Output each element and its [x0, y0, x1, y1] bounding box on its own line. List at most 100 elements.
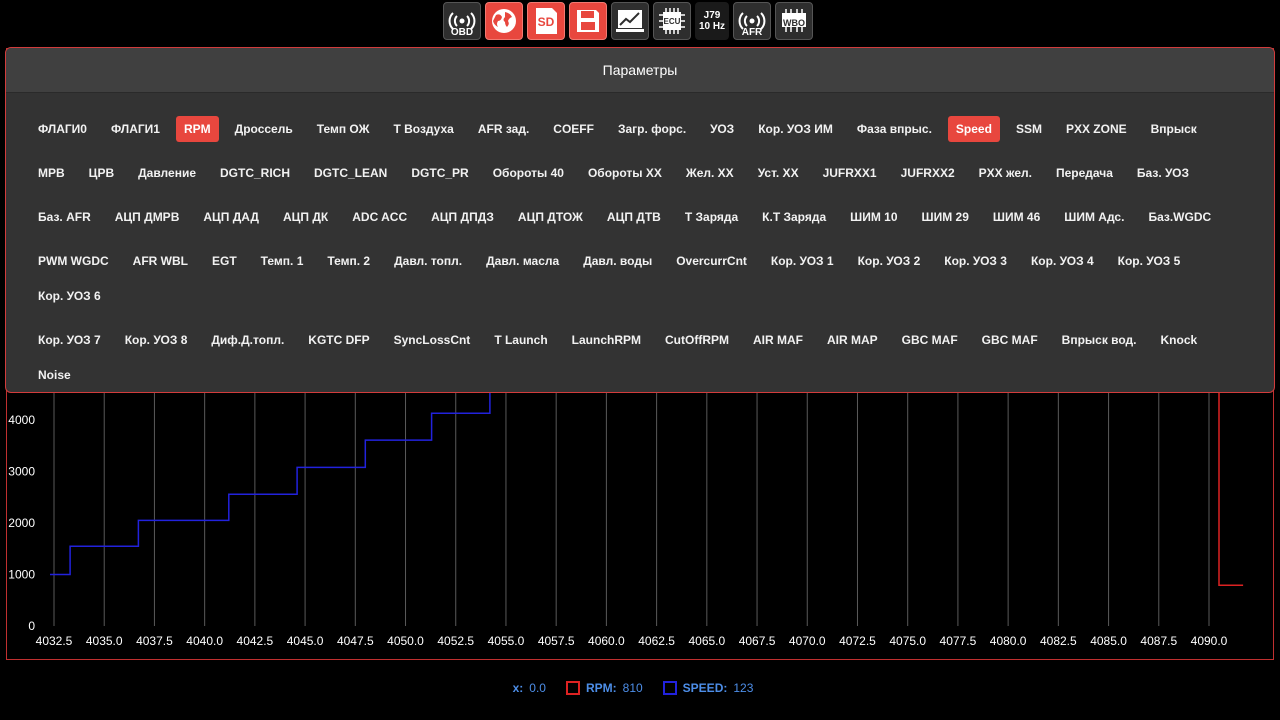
- param-item[interactable]: Диф.Д.топл.: [203, 327, 292, 353]
- param-item[interactable]: LaunchRPM: [564, 327, 649, 353]
- param-item[interactable]: DGTC_PR: [403, 160, 476, 186]
- param-item[interactable]: Передача: [1048, 160, 1121, 186]
- param-item[interactable]: AFR зад.: [470, 116, 537, 142]
- param-item[interactable]: Давление: [130, 160, 204, 186]
- param-item[interactable]: Т Заряда: [677, 204, 746, 230]
- params-header: Параметры: [6, 48, 1274, 93]
- param-item[interactable]: Давл. воды: [575, 248, 660, 274]
- legend-speed-swatch[interactable]: [662, 681, 677, 695]
- param-item[interactable]: АЦП ДК: [275, 204, 336, 230]
- x-tick-label: 4047.5: [337, 634, 374, 648]
- param-item[interactable]: Темп. 2: [319, 248, 378, 274]
- x-tick-label: 4045.0: [287, 634, 324, 648]
- param-item[interactable]: ADC ACC: [344, 204, 415, 230]
- rpm-series-line: [1218, 368, 1244, 587]
- param-item[interactable]: COEFF: [545, 116, 602, 142]
- param-item[interactable]: АЦП ДТВ: [599, 204, 669, 230]
- y-tick-label: 4000: [8, 413, 35, 427]
- x-tick-label: 4035.0: [86, 634, 123, 648]
- param-item[interactable]: DGTC_LEAN: [306, 160, 395, 186]
- param-item[interactable]: JUFRXX1: [815, 160, 885, 186]
- param-item[interactable]: Баз.WGDC: [1140, 204, 1219, 230]
- param-item[interactable]: Кор. УОЗ 3: [936, 248, 1015, 274]
- param-item[interactable]: T Launch: [486, 327, 555, 353]
- x-tick-label: 4087.5: [1140, 634, 1177, 648]
- param-item[interactable]: ШИМ Адс.: [1056, 204, 1132, 230]
- x-tick-label: 4065.0: [688, 634, 725, 648]
- param-item[interactable]: RPM: [175, 116, 219, 142]
- param-item[interactable]: PXX ZONE: [1058, 116, 1135, 142]
- param-item[interactable]: EGT: [204, 248, 245, 274]
- param-item[interactable]: Загр. форс.: [610, 116, 694, 142]
- param-item[interactable]: АЦП ДТОЖ: [510, 204, 591, 230]
- param-item[interactable]: Давл. масла: [478, 248, 567, 274]
- param-item[interactable]: Темп ОЖ: [309, 116, 378, 142]
- param-item[interactable]: УОЗ: [702, 116, 742, 142]
- param-item[interactable]: Жел. XX: [678, 160, 742, 186]
- param-item[interactable]: Кор. УОЗ 1: [763, 248, 842, 274]
- legend: x: 0.0 RPM: 810 SPEED: 123: [0, 681, 1280, 695]
- param-item[interactable]: Кор. УОЗ 4: [1023, 248, 1102, 274]
- y-tick-label: 1000: [8, 568, 35, 582]
- param-item[interactable]: AIR MAP: [819, 327, 886, 353]
- param-item[interactable]: CutOffRPM: [657, 327, 737, 353]
- param-item[interactable]: AFR WBL: [125, 248, 196, 274]
- param-item[interactable]: Впрыск: [1143, 116, 1205, 142]
- param-item[interactable]: АЦП ДПДЗ: [423, 204, 502, 230]
- param-item[interactable]: PXX жел.: [971, 160, 1040, 186]
- y-tick-label: 3000: [8, 465, 35, 479]
- param-item[interactable]: Кор. УОЗ 7: [30, 327, 109, 353]
- param-item[interactable]: Обороты 40: [485, 160, 572, 186]
- param-item[interactable]: AIR MAF: [745, 327, 811, 353]
- speed-series-line: [50, 391, 491, 576]
- param-item[interactable]: Т Воздуха: [385, 116, 461, 142]
- x-tick-label: 4075.0: [889, 634, 926, 648]
- param-item[interactable]: Давл. топл.: [386, 248, 470, 274]
- param-item[interactable]: KGTC DFP: [300, 327, 377, 353]
- x-tick-label: 4067.5: [739, 634, 776, 648]
- param-item[interactable]: GBC MAF: [974, 327, 1046, 353]
- param-item[interactable]: ФЛАГИ0: [30, 116, 95, 142]
- x-tick-label: 4037.5: [136, 634, 173, 648]
- param-item[interactable]: Баз. AFR: [30, 204, 99, 230]
- param-item[interactable]: GBC MAF: [894, 327, 966, 353]
- x-tick-label: 4080.0: [990, 634, 1027, 648]
- param-item[interactable]: АЦП ДМРВ: [107, 204, 188, 230]
- param-item[interactable]: OvercurrCnt: [668, 248, 755, 274]
- param-item[interactable]: Кор. УОЗ 8: [117, 327, 196, 353]
- param-item[interactable]: ШИМ 46: [985, 204, 1048, 230]
- param-item[interactable]: МРВ: [30, 160, 73, 186]
- param-item[interactable]: Кор. УОЗ 6: [30, 283, 109, 309]
- params-list: ФЛАГИ0 ФЛАГИ1 RPM Дроссель Темп ОЖ Т Воздуха A…: [30, 116, 1264, 392]
- param-item[interactable]: Темп. 1: [253, 248, 312, 274]
- param-item[interactable]: SSM: [1008, 116, 1050, 142]
- param-item[interactable]: Кор. УОЗ 5: [1110, 248, 1189, 274]
- param-item[interactable]: Кор. УОЗ 2: [850, 248, 929, 274]
- x-tick-label: 4072.5: [839, 634, 876, 648]
- param-item[interactable]: SyncLossCnt: [386, 327, 479, 353]
- param-item[interactable]: ЦРВ: [81, 160, 122, 186]
- param-item[interactable]: Noise: [30, 362, 79, 388]
- param-item[interactable]: Фаза впрыс.: [849, 116, 940, 142]
- param-item[interactable]: ШИМ 10: [842, 204, 905, 230]
- param-item[interactable]: ШИМ 29: [914, 204, 977, 230]
- param-item[interactable]: АЦП ДАД: [195, 204, 267, 230]
- param-item[interactable]: ФЛАГИ1: [103, 116, 168, 142]
- param-item[interactable]: Кор. УОЗ ИМ: [750, 116, 841, 142]
- param-item[interactable]: Speed: [947, 116, 1000, 142]
- param-item[interactable]: Knock: [1153, 327, 1206, 353]
- param-item[interactable]: Обороты XX: [580, 160, 670, 186]
- y-tick-label: 2000: [8, 516, 35, 530]
- param-item[interactable]: Впрыск вод.: [1054, 327, 1145, 353]
- param-item[interactable]: JUFRXX2: [893, 160, 963, 186]
- x-tick-label: 4032.5: [36, 634, 73, 648]
- x-tick-label: 4060.0: [588, 634, 625, 648]
- param-item[interactable]: К.Т Заряда: [754, 204, 834, 230]
- param-item[interactable]: Баз. УОЗ: [1129, 160, 1197, 186]
- params-title: Параметры: [602, 62, 678, 78]
- param-item[interactable]: DGTC_RICH: [212, 160, 298, 186]
- param-item[interactable]: Уст. XX: [750, 160, 807, 186]
- param-item[interactable]: PWM WGDC: [30, 248, 117, 274]
- param-item[interactable]: Дроссель: [227, 116, 301, 142]
- legend-rpm-swatch[interactable]: [565, 681, 580, 695]
